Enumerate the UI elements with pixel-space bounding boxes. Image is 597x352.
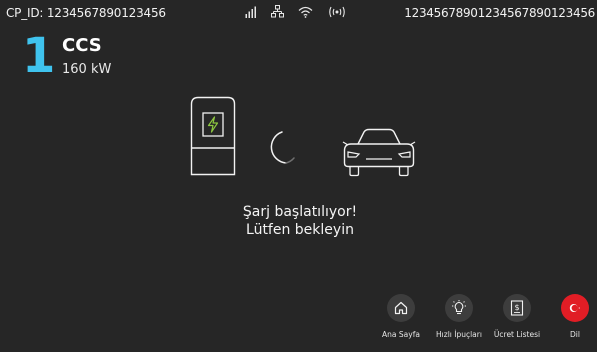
ethernet-icon bbox=[271, 5, 284, 18]
home-label: Ana Sayfa bbox=[382, 330, 420, 339]
price-list-icon: $ bbox=[510, 300, 524, 316]
bottom-nav: Ana Sayfa Hızlı İpuçları $ Ücret Listesi bbox=[372, 294, 597, 340]
connector-type: CCS bbox=[62, 35, 102, 56]
status-bar: CP_ID: 1234567890123456 1234567890123456… bbox=[0, 0, 597, 26]
home-icon bbox=[394, 301, 408, 315]
status-message-title: Şarj başlatılıyor! bbox=[242, 204, 358, 220]
connector-number: 1 bbox=[22, 28, 56, 84]
lightbulb-icon bbox=[452, 300, 466, 315]
status-message: Şarj başlatılıyor! Lütfen bekleyin bbox=[150, 203, 450, 239]
quick-tips-button[interactable]: Hızlı İpuçları bbox=[430, 294, 488, 340]
tariff-list-icon-circle[interactable]: $ bbox=[503, 294, 531, 322]
charging-illustration bbox=[190, 96, 420, 186]
charger-station-icon bbox=[190, 96, 236, 176]
language-button[interactable]: Dil bbox=[546, 294, 597, 340]
home-button[interactable]: Ana Sayfa bbox=[372, 294, 430, 340]
quick-tips-icon-circle[interactable] bbox=[445, 294, 473, 322]
tariff-list-button[interactable]: $ Ücret Listesi bbox=[488, 294, 546, 340]
signal-icon bbox=[245, 6, 256, 18]
svg-text:$: $ bbox=[514, 303, 519, 312]
status-icons bbox=[245, 5, 347, 18]
wifi-icon bbox=[298, 6, 313, 18]
broadcast-icon bbox=[329, 6, 345, 17]
cp-id-label: CP_ID: 1234567890123456 bbox=[6, 6, 166, 20]
quick-tips-label: Hızlı İpuçları bbox=[436, 330, 482, 339]
car-icon bbox=[342, 128, 416, 177]
status-message-subtitle: Lütfen bekleyin bbox=[246, 222, 354, 238]
turkish-flag-icon bbox=[569, 304, 580, 312]
serial-number-label: 12345678901234567890123456 bbox=[404, 6, 595, 20]
language-icon-circle[interactable] bbox=[561, 294, 589, 322]
home-icon-circle[interactable] bbox=[387, 294, 415, 322]
tariff-list-label: Ücret Listesi bbox=[493, 330, 541, 339]
connector-power: 160 kW bbox=[62, 62, 112, 77]
loading-spinner-icon bbox=[270, 131, 295, 164]
language-label: Dil bbox=[570, 330, 580, 339]
